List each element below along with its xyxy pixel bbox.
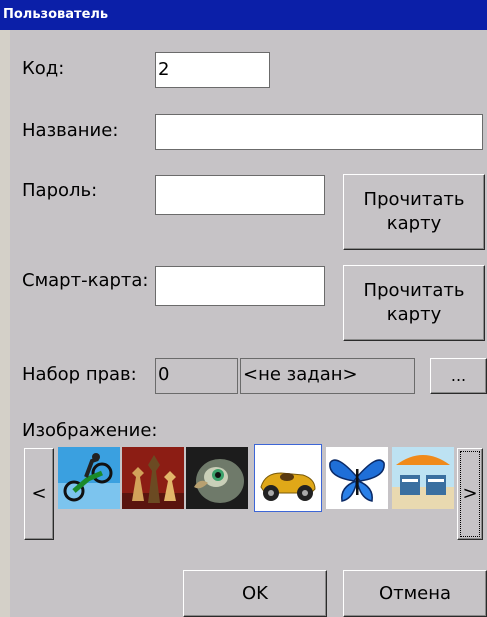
beach-chairs-icon <box>392 447 454 509</box>
image-thumb-race-car[interactable] <box>254 444 322 512</box>
rights-name-field: <не задан> <box>240 358 415 394</box>
cancel-button-label: Отмена <box>378 582 452 604</box>
image-next-button[interactable]: > <box>457 448 483 540</box>
image-thumb-beach-chairs[interactable] <box>392 447 454 509</box>
name-field[interactable] <box>155 114 483 150</box>
ok-button-label: OK <box>242 582 268 604</box>
image-thumb-motocross[interactable] <box>58 447 120 509</box>
ok-button[interactable]: OK <box>183 570 327 617</box>
race-car-icon <box>255 445 321 511</box>
name-label: Название: <box>22 120 119 141</box>
smartcard-field[interactable] <box>155 266 325 306</box>
image-thumb-butterfly[interactable] <box>326 447 388 509</box>
password-field[interactable] <box>155 175 325 215</box>
image-thumb-chess[interactable] <box>122 447 184 509</box>
motocross-icon <box>58 447 120 509</box>
user-dialog: Пользователь Код: 2 Название: Пароль: Пр… <box>0 0 487 617</box>
read-card-button[interactable]: Прочитать карту <box>343 174 485 250</box>
window-title: Пользователь <box>0 0 487 30</box>
read-smartcard-button[interactable]: Прочитать карту <box>343 265 485 341</box>
dialog-body: Код: 2 Название: Пароль: Прочитать карту… <box>10 30 487 617</box>
password-label: Пароль: <box>22 180 98 201</box>
code-field[interactable]: 2 <box>155 52 270 88</box>
code-label: Код: <box>22 58 65 79</box>
smartcard-label: Смарт-карта: <box>22 270 149 291</box>
image-label: Изображение: <box>22 420 158 441</box>
rights-label: Набор прав: <box>22 364 137 385</box>
cancel-button[interactable]: Отмена <box>343 570 487 617</box>
rights-browse-label: ... <box>450 366 467 385</box>
image-thumb-parrot[interactable] <box>186 447 248 509</box>
parrot-icon <box>186 447 248 509</box>
read-card-button-label: Прочитать карту <box>363 189 465 234</box>
rights-id-field: 0 <box>155 358 238 394</box>
image-next-label: > <box>462 483 478 504</box>
read-smartcard-button-label: Прочитать карту <box>363 280 465 325</box>
rights-browse-button[interactable]: ... <box>430 358 487 394</box>
chess-icon <box>122 447 184 509</box>
image-prev-button[interactable]: < <box>24 448 54 540</box>
image-prev-label: < <box>31 483 47 504</box>
butterfly-icon <box>326 447 388 509</box>
